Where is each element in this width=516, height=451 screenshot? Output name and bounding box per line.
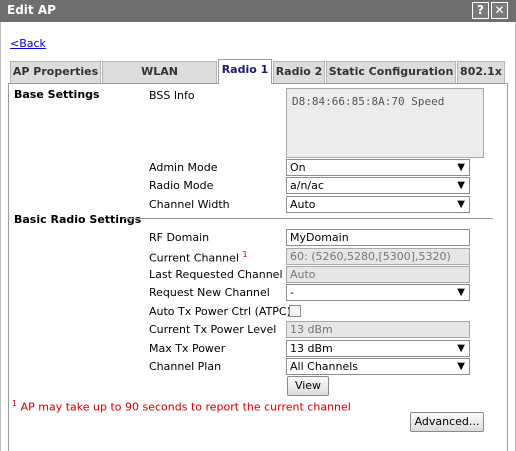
rf-domain-label: RF Domain <box>149 231 210 244</box>
channel-plan-value: All Channels <box>290 360 359 373</box>
close-icon: ✕ <box>494 3 505 17</box>
radio-mode-label: Radio Mode <box>149 179 214 192</box>
bss-info-value: D8:84:66:85:8A:70 Speed <box>292 95 445 108</box>
current-channel-field: 60: (5260,5280,[5300],5320) <box>286 248 470 265</box>
max-tx-power-value: 13 dBm <box>290 342 333 355</box>
current-tx-power-field: 13 dBm <box>286 321 470 338</box>
bss-info-box: D8:84:66:85:8A:70 Speed <box>286 88 484 158</box>
channel-plan-select[interactable]: All Channels ▼ <box>286 358 470 375</box>
dialog-title-bar: Edit AP ? ✕ <box>0 0 516 22</box>
chevron-down-icon: ▼ <box>457 361 465 372</box>
admin-mode-label: Admin Mode <box>149 161 218 174</box>
admin-mode-select[interactable]: On ▼ <box>286 159 470 176</box>
view-button[interactable]: View <box>287 376 329 396</box>
max-tx-power-label: Max Tx Power <box>149 342 226 355</box>
basic-radio-settings-heading: Basic Radio Settings <box>14 213 142 226</box>
rf-domain-input[interactable]: MyDomain <box>286 229 470 246</box>
chevron-down-icon: ▼ <box>457 343 465 354</box>
footnote-marker: 1 <box>242 250 248 259</box>
channel-width-label: Channel Width <box>149 198 230 211</box>
request-new-channel-value: - <box>290 286 294 299</box>
atpc-label: Auto Tx Power Ctrl (ATPC) <box>149 305 291 318</box>
admin-mode-value: On <box>290 161 306 174</box>
close-button[interactable]: ✕ <box>491 2 508 19</box>
channel-plan-label: Channel Plan <box>149 360 222 373</box>
chevron-down-icon: ▼ <box>457 162 465 173</box>
request-new-channel-label: Request New Channel <box>149 286 270 299</box>
back-link[interactable]: <Back <box>10 37 46 50</box>
channel-width-select[interactable]: Auto ▼ <box>286 196 470 213</box>
radio-mode-value: a/n/ac <box>290 179 324 192</box>
tab-radio-1[interactable]: Radio 1 <box>218 59 272 84</box>
help-button[interactable]: ? <box>472 2 489 19</box>
current-channel-footnote: 1 AP may take up to 90 seconds to report… <box>12 399 351 414</box>
last-requested-channel-field: Auto <box>286 266 470 283</box>
chevron-down-icon: ▼ <box>457 287 465 298</box>
base-settings-heading: Base Settings <box>14 88 100 101</box>
tab-ap-properties[interactable]: AP Properties <box>10 61 101 83</box>
advanced-button[interactable]: Advanced... <box>410 412 484 432</box>
tab-static-configuration[interactable]: Static Configuration <box>326 61 456 83</box>
current-channel-label: Current Channel 1 <box>149 250 248 265</box>
chevron-down-icon: ▼ <box>457 180 465 191</box>
max-tx-power-select[interactable]: 13 dBm ▼ <box>286 340 470 357</box>
atpc-checkbox[interactable] <box>289 305 301 317</box>
tab-wlan-assignment[interactable]: WLAN Assignment <box>102 61 217 98</box>
dialog-title: Edit AP <box>7 3 56 17</box>
channel-width-value: Auto <box>290 198 316 211</box>
request-new-channel-select[interactable]: - ▼ <box>286 284 470 301</box>
section-divider <box>123 218 493 219</box>
radio-mode-select[interactable]: a/n/ac ▼ <box>286 177 470 194</box>
last-requested-channel-label: Last Requested Channel <box>149 268 283 281</box>
current-tx-power-label: Current Tx Power Level <box>149 323 277 336</box>
bss-info-label: BSS Info <box>149 89 195 102</box>
chevron-down-icon: ▼ <box>457 199 465 210</box>
tab-radio-2[interactable]: Radio 2 <box>273 61 325 83</box>
tab-802-1x[interactable]: 802.1x <box>457 61 505 83</box>
